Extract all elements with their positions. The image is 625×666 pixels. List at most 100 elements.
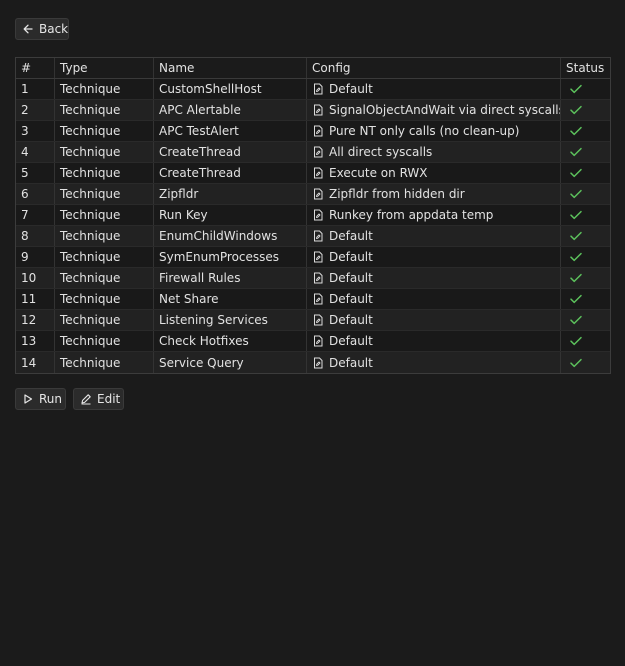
row-name: Net Share	[154, 289, 307, 309]
row-number: 4	[16, 142, 55, 162]
row-config[interactable]: Default	[307, 331, 561, 351]
row-type: Technique	[55, 100, 154, 120]
row-config-label: Default	[329, 250, 373, 264]
run-button[interactable]: Run	[15, 388, 66, 410]
table-row[interactable]: 5 Technique CreateThread Execute on RWX	[16, 163, 610, 184]
document-edit-icon	[312, 167, 324, 179]
table-row[interactable]: 8 Technique EnumChildWindows Default	[16, 226, 610, 247]
table-row[interactable]: 7 Technique Run Key Runkey from appdata tem…	[16, 205, 610, 226]
table-body: 1 Technique CustomShellHost Default 2 Techniq…	[16, 79, 610, 373]
row-config[interactable]: All direct syscalls	[307, 142, 561, 162]
row-status	[561, 142, 610, 162]
row-config-label: Default	[329, 82, 373, 96]
back-button-label: Back	[39, 22, 69, 36]
row-config[interactable]: Execute on RWX	[307, 163, 561, 183]
document-edit-icon	[312, 314, 324, 326]
check-icon	[569, 272, 583, 284]
row-number: 1	[16, 79, 55, 99]
row-status	[561, 352, 610, 373]
row-number: 3	[16, 121, 55, 141]
row-name: Run Key	[154, 205, 307, 225]
row-status	[561, 247, 610, 267]
table-row[interactable]: 1 Technique CustomShellHost Default	[16, 79, 610, 100]
row-type: Technique	[55, 331, 154, 351]
row-number: 6	[16, 184, 55, 204]
table-row[interactable]: 11 Technique Net Share Default	[16, 289, 610, 310]
row-status	[561, 289, 610, 309]
back-button[interactable]: Back	[15, 18, 69, 40]
row-config-label: Zipfldr from hidden dir	[329, 187, 465, 201]
table-row[interactable]: 12 Technique Listening Services Default	[16, 310, 610, 331]
row-config[interactable]: Default	[307, 268, 561, 288]
row-type: Technique	[55, 184, 154, 204]
row-number: 7	[16, 205, 55, 225]
check-icon	[569, 167, 583, 179]
table-row[interactable]: 9 Technique SymEnumProcesses Default	[16, 247, 610, 268]
table-row[interactable]: 4 Technique CreateThread All direct syscall…	[16, 142, 610, 163]
column-header-name[interactable]: Name	[154, 58, 307, 78]
row-name: SymEnumProcesses	[154, 247, 307, 267]
row-status	[561, 310, 610, 330]
document-edit-icon	[312, 357, 324, 369]
check-icon	[569, 314, 583, 326]
row-status	[561, 268, 610, 288]
edit-button[interactable]: Edit	[73, 388, 124, 410]
check-icon	[569, 83, 583, 95]
check-icon	[569, 335, 583, 347]
row-name: EnumChildWindows	[154, 226, 307, 246]
row-config-label: Default	[329, 271, 373, 285]
row-status	[561, 205, 610, 225]
row-name: Firewall Rules	[154, 268, 307, 288]
row-name: Service Query	[154, 352, 307, 373]
check-icon	[569, 357, 583, 369]
column-header-num[interactable]: #	[16, 58, 55, 78]
column-header-status[interactable]: Status	[561, 58, 610, 78]
table-row[interactable]: 3 Technique APC TestAlert Pure NT only call…	[16, 121, 610, 142]
row-config[interactable]: SignalObjectAndWait via direct syscalls	[307, 100, 561, 120]
row-name: CreateThread	[154, 163, 307, 183]
row-config[interactable]: Default	[307, 352, 561, 373]
row-config[interactable]: Default	[307, 310, 561, 330]
row-name: APC TestAlert	[154, 121, 307, 141]
document-edit-icon	[312, 230, 324, 242]
row-status	[561, 121, 610, 141]
check-icon	[569, 188, 583, 200]
table-row[interactable]: 2 Technique APC Alertable SignalObjectAndWa…	[16, 100, 610, 121]
row-number: 2	[16, 100, 55, 120]
row-status	[561, 184, 610, 204]
row-config[interactable]: Default	[307, 289, 561, 309]
table-row[interactable]: 10 Technique Firewall Rules Default	[16, 268, 610, 289]
row-config-label: Default	[329, 334, 373, 348]
row-status	[561, 100, 610, 120]
row-type: Technique	[55, 310, 154, 330]
row-number: 10	[16, 268, 55, 288]
row-name: APC Alertable	[154, 100, 307, 120]
row-config-label: All direct syscalls	[329, 145, 433, 159]
row-type: Technique	[55, 142, 154, 162]
row-status	[561, 331, 610, 351]
row-number: 11	[16, 289, 55, 309]
row-type: Technique	[55, 352, 154, 373]
document-edit-icon	[312, 272, 324, 284]
document-edit-icon	[312, 251, 324, 263]
row-config[interactable]: Runkey from appdata temp	[307, 205, 561, 225]
row-config[interactable]: Default	[307, 79, 561, 99]
row-config[interactable]: Default	[307, 226, 561, 246]
row-config[interactable]: Pure NT only calls (no clean-up)	[307, 121, 561, 141]
row-number: 8	[16, 226, 55, 246]
table-row[interactable]: 14 Technique Service Query Default	[16, 352, 610, 373]
row-config-label: Runkey from appdata temp	[329, 208, 494, 222]
row-config[interactable]: Default	[307, 247, 561, 267]
row-config[interactable]: Zipfldr from hidden dir	[307, 184, 561, 204]
column-header-type[interactable]: Type	[55, 58, 154, 78]
table-row[interactable]: 6 Technique Zipfldr Zipfldr from hidden dir	[16, 184, 610, 205]
row-status	[561, 226, 610, 246]
column-header-config[interactable]: Config	[307, 58, 561, 78]
document-edit-icon	[312, 83, 324, 95]
check-icon	[569, 125, 583, 137]
row-type: Technique	[55, 79, 154, 99]
document-edit-icon	[312, 125, 324, 137]
check-icon	[569, 209, 583, 221]
pencil-icon	[80, 393, 92, 405]
table-row[interactable]: 13 Technique Check Hotfixes Default	[16, 331, 610, 352]
